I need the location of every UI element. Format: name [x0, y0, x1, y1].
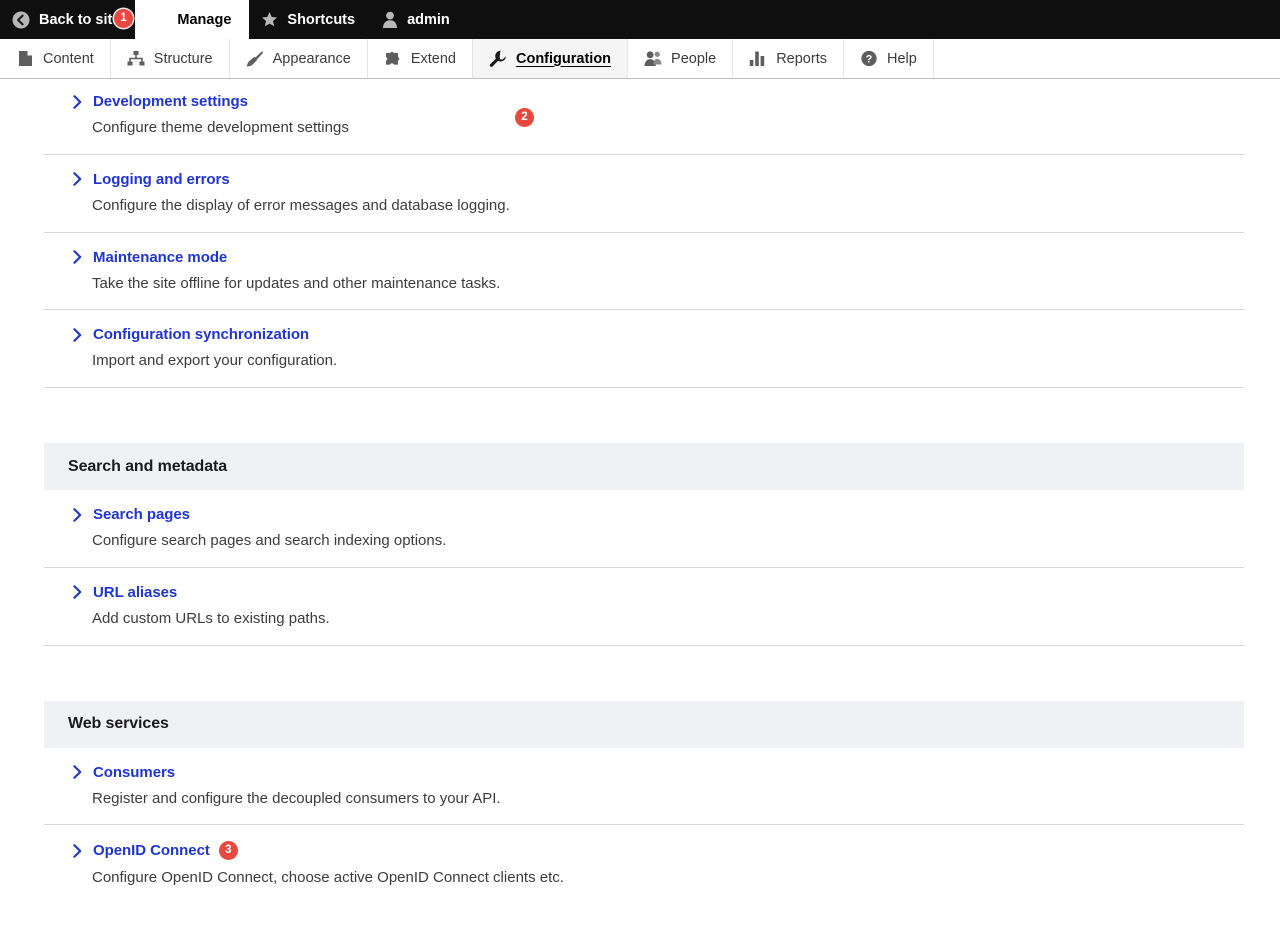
- section-title: Search and metadata: [68, 457, 228, 475]
- menu-tab-extend[interactable]: Extend: [367, 39, 473, 78]
- config-item-link-row[interactable]: Development settings: [44, 93, 1244, 110]
- config-link-configuration-synchronization[interactable]: Configuration synchronization: [93, 326, 309, 343]
- hamburger-icon: [149, 12, 168, 27]
- config-item-development-settings: Development settings Configure theme dev…: [44, 79, 1244, 155]
- toolbar-shortcuts-label: Shortcuts: [287, 11, 356, 28]
- config-item-link-row[interactable]: Logging and errors: [44, 171, 1244, 188]
- star-icon: [261, 11, 278, 28]
- menu-tab-structure[interactable]: Structure: [110, 39, 230, 78]
- menu-tab-content-label: Content: [43, 50, 94, 67]
- config-link-openid-connect[interactable]: OpenID Connect: [93, 842, 210, 859]
- document-icon: [16, 50, 34, 67]
- menu-tab-structure-label: Structure: [153, 50, 213, 67]
- section-header-web-services: Web services: [44, 700, 1244, 748]
- config-link-logging-and-errors[interactable]: Logging and errors: [93, 171, 230, 188]
- menu-tab-configuration-label: Configuration: [516, 50, 612, 67]
- config-item-link-row[interactable]: Maintenance mode: [44, 249, 1244, 266]
- config-desc-logging-and-errors: Configure the display of error messages …: [92, 196, 510, 214]
- menu-tab-people-label: People: [671, 50, 717, 67]
- config-item-logging-and-errors: Logging and errors Configure the display…: [44, 155, 1244, 233]
- config-desc-configuration-synchronization: Import and export your configuration.: [92, 352, 338, 370]
- config-link-consumers[interactable]: Consumers: [93, 764, 175, 781]
- config-item-openid-connect: OpenID Connect 3 Configure OpenID Connec…: [44, 825, 1244, 904]
- chevron-right-icon: [70, 327, 84, 342]
- toolbar-back-to-site-label: Back to site: [39, 11, 121, 28]
- menu-bar-spacer: [933, 39, 1280, 78]
- section-title: Web services: [68, 715, 169, 732]
- config-desc-search-pages: Configure search pages and search indexi…: [92, 532, 447, 549]
- config-desc-maintenance-mode: Take the site offline for updates and ot…: [92, 274, 501, 292]
- menu-tab-help-label: Help: [886, 50, 917, 67]
- wrench-icon: [489, 50, 507, 67]
- config-link-url-aliases[interactable]: URL aliases: [93, 584, 177, 601]
- svg-text:?: ?: [866, 54, 873, 66]
- configuration-section-search-and-metadata: Search and metadata Search pages Configu…: [44, 443, 1244, 646]
- menu-tab-content[interactable]: Content: [0, 39, 111, 78]
- paintbrush-icon: [246, 50, 264, 67]
- config-item-configuration-synchronization: Configuration synchronization Import and…: [44, 310, 1244, 388]
- chevron-right-icon: [70, 94, 84, 109]
- section-header-search-and-metadata: Search and metadata: [44, 443, 1244, 490]
- toolbar-user-account[interactable]: admin: [370, 0, 465, 39]
- badge-marker-3: 3: [218, 841, 238, 861]
- config-link-search-pages[interactable]: Search pages: [93, 506, 190, 523]
- chevron-right-icon: [70, 765, 84, 779]
- config-link-maintenance-mode[interactable]: Maintenance mode: [93, 249, 227, 266]
- config-item-url-aliases: URL aliases Add custom URLs to existing …: [44, 568, 1244, 646]
- menu-tab-people[interactable]: People: [628, 39, 734, 78]
- config-link-development-settings[interactable]: Development settings: [93, 93, 248, 110]
- menu-tab-appearance-label: Appearance: [272, 50, 351, 67]
- menu-tab-appearance[interactable]: Appearance: [229, 39, 368, 78]
- config-desc-openid-connect: Configure OpenID Connect, choose active …: [92, 869, 564, 887]
- admin-toolbar: Back to site Manage Shortcuts admin 1: [0, 0, 1280, 39]
- menu-tab-configuration[interactable]: Configuration: [473, 39, 629, 78]
- config-item-link-row[interactable]: URL aliases: [44, 584, 1244, 601]
- menu-tab-reports-label: Reports: [776, 50, 827, 67]
- config-item-link-row[interactable]: Consumers: [44, 764, 1244, 781]
- chevron-right-icon: [70, 843, 84, 858]
- toolbar-manage-label: Manage: [177, 11, 232, 28]
- chevron-right-icon: [70, 172, 84, 187]
- bar-chart-icon: [749, 50, 767, 67]
- config-item-maintenance-mode: Maintenance mode Take the site offline f…: [44, 233, 1244, 311]
- toolbar-shortcuts-tab[interactable]: Shortcuts: [249, 0, 370, 39]
- people-icon: [644, 50, 662, 67]
- back-arrow-icon: [12, 11, 30, 29]
- badge-marker-1: 1: [114, 9, 133, 28]
- configuration-page: Development settings Configure theme dev…: [0, 79, 1280, 904]
- config-item-link-row[interactable]: OpenID Connect 3: [44, 841, 1244, 861]
- chevron-right-icon: [70, 585, 84, 600]
- config-item-consumers: Consumers Register and configure the dec…: [44, 748, 1244, 826]
- menu-tab-help[interactable]: ? Help: [843, 39, 934, 78]
- badge-marker-2: 2: [515, 108, 534, 127]
- toolbar-user-label: admin: [407, 11, 450, 28]
- sitemap-icon: [127, 50, 145, 67]
- configuration-section-web-services: Web services Consumers Register and conf…: [44, 700, 1244, 905]
- config-item-search-pages: Search pages Configure search pages and …: [44, 490, 1244, 568]
- user-icon: [382, 11, 398, 28]
- chevron-right-icon: [70, 507, 84, 522]
- menu-tab-extend-label: Extend: [410, 50, 456, 67]
- chevron-right-icon: [70, 250, 84, 264]
- config-item-link-row[interactable]: Configuration synchronization: [44, 326, 1244, 343]
- config-item-link-row[interactable]: Search pages: [44, 506, 1244, 523]
- puzzle-icon: [384, 50, 402, 67]
- config-desc-url-aliases: Add custom URLs to existing paths.: [92, 609, 330, 627]
- configuration-section-development: Development settings Configure theme dev…: [44, 79, 1244, 388]
- config-desc-development-settings: Configure theme development settings: [92, 119, 349, 136]
- toolbar-manage-tab[interactable]: Manage: [135, 0, 250, 39]
- configuration-content: Development settings Configure theme dev…: [44, 79, 1244, 904]
- config-desc-consumers: Register and configure the decoupled con…: [92, 789, 501, 807]
- admin-menu-bar: Content Structure Appearance Extend Conf…: [0, 39, 1280, 127]
- menu-tab-reports[interactable]: Reports: [733, 39, 844, 78]
- question-mark-icon: ?: [860, 50, 878, 67]
